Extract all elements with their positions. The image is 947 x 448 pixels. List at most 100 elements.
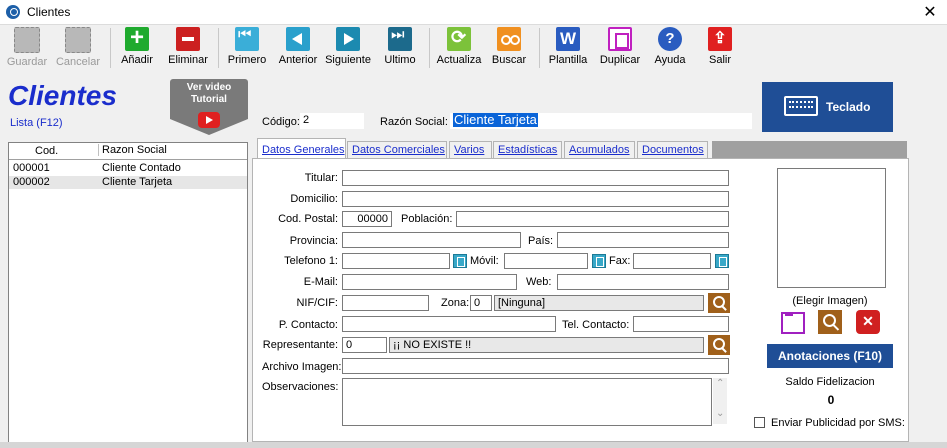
next-icon (336, 27, 360, 51)
fax-icon[interactable] (715, 254, 729, 268)
mobile-phone-icon[interactable] (592, 254, 606, 268)
domicilio-field[interactable] (342, 191, 729, 207)
list-row[interactable]: 000001 Cliente Contado (9, 162, 247, 175)
provincia-field[interactable] (342, 232, 521, 248)
observaciones-scrollbar[interactable] (713, 378, 727, 424)
row-name: Cliente Contado (102, 162, 181, 174)
telefono-label: Telefono 1: (284, 255, 338, 267)
remove-image-icon[interactable] (856, 310, 880, 334)
elegir-imagen-label: (Elegir Imagen) (792, 295, 868, 307)
add-button[interactable]: + Añadir (116, 24, 158, 71)
codigo-field[interactable]: 2 (300, 113, 364, 129)
titular-label: Titular: (304, 172, 338, 184)
toolbar-separator (429, 28, 430, 68)
keyboard-icon (784, 96, 818, 116)
movil-field[interactable] (504, 253, 588, 269)
web-label: Web: (526, 276, 552, 288)
help-button[interactable]: ? Ayuda (650, 27, 690, 71)
tab-strip-filler (712, 141, 907, 158)
zona-label: Zona: (441, 297, 470, 309)
nif-field[interactable] (342, 295, 429, 311)
domicilio-label: Domicilio: (290, 193, 338, 205)
sms-checkbox[interactable] (754, 417, 765, 428)
next-button[interactable]: Siguiente (324, 27, 372, 71)
list-row[interactable]: 000002 Cliente Tarjeta (9, 176, 247, 189)
search-button[interactable]: Buscar (488, 27, 530, 71)
zona-code-field[interactable]: 0 (470, 295, 492, 311)
binoculars-icon (497, 27, 521, 51)
tab-datos-comerciales[interactable]: Datos Comerciales (347, 141, 447, 158)
keyboard-label: Teclado (826, 100, 871, 114)
saldo-label: Saldo Fidelizacion (785, 376, 875, 388)
list-link[interactable]: Lista (F12) (10, 117, 63, 129)
cancel-button[interactable]: Cancelar (53, 27, 103, 71)
exit-button[interactable]: ⇪ Salir (700, 27, 740, 71)
list-header: Cod. Razon Social (9, 143, 247, 160)
tel-contacto-label: Tel. Contacto: (562, 319, 630, 331)
tel-contacto-field[interactable] (633, 316, 729, 332)
status-strip (0, 442, 947, 448)
tab-estadisticas[interactable]: Estadísticas (493, 141, 562, 158)
p-contacto-field[interactable] (342, 316, 556, 332)
search-icon[interactable] (708, 335, 730, 355)
phone-icon[interactable] (453, 254, 467, 268)
column-header-razon[interactable]: Razon Social (98, 144, 167, 156)
telefono-field[interactable] (342, 253, 450, 269)
zona-name-field: [Ninguna] (494, 295, 704, 311)
row-cod: 000002 (13, 176, 50, 188)
razon-social-field[interactable]: Cliente Tarjeta (450, 113, 752, 129)
folder-icon[interactable] (781, 312, 805, 334)
pais-label: País: (528, 235, 554, 247)
word-icon: W (556, 27, 580, 51)
email-field[interactable] (342, 274, 517, 290)
minus-icon (176, 27, 200, 51)
tab-datos-generales[interactable]: Datos Generales (257, 138, 346, 159)
video-line-2: Tutorial (191, 94, 227, 105)
tab-documentos[interactable]: Documentos (637, 141, 708, 158)
tab-varios[interactable]: Varios (449, 141, 492, 158)
save-icon (14, 27, 40, 53)
last-icon: ⏭ (388, 26, 412, 51)
last-button[interactable]: ⏭ Ultimo (380, 26, 420, 71)
refresh-icon: ⟳ (447, 27, 471, 51)
previous-button[interactable]: Anterior (276, 27, 320, 71)
row-name: Cliente Tarjeta (102, 176, 173, 188)
duplicate-button[interactable]: Duplicar (598, 27, 642, 71)
plus-icon: + (125, 24, 149, 51)
anotaciones-button[interactable]: Anotaciones (F10) (767, 344, 893, 368)
representante-name-field: ¡¡ NO EXISTE !! (389, 337, 704, 353)
archivo-imagen-label: Archivo Imagen: (262, 361, 342, 373)
cod-postal-field[interactable]: 00000 (342, 211, 392, 227)
toolbar-separator (110, 28, 111, 68)
save-button[interactable]: Guardar (4, 27, 50, 71)
refresh-button[interactable]: ⟳ Actualiza (436, 27, 482, 71)
representante-code-field[interactable]: 0 (342, 337, 387, 353)
archivo-imagen-field[interactable] (342, 358, 729, 374)
web-field[interactable] (557, 274, 729, 290)
toolbar-separator (218, 28, 219, 68)
duplicate-icon (608, 27, 632, 51)
pais-field[interactable] (557, 232, 729, 248)
toolbar-separator (539, 28, 540, 68)
tab-acumulados[interactable]: Acumulados (564, 141, 635, 158)
video-line-1: Ver video (186, 82, 232, 93)
exit-icon: ⇪ (708, 27, 732, 51)
template-button[interactable]: W Plantilla (546, 27, 590, 71)
keyboard-button[interactable]: Teclado (762, 82, 893, 132)
close-window-button[interactable]: ✕ (920, 2, 940, 22)
prev-icon (286, 27, 310, 51)
client-list[interactable]: Cod. Razon Social 000001 Cliente Contado… (8, 142, 248, 444)
titular-field[interactable] (342, 170, 729, 186)
app-icon (6, 5, 20, 19)
youtube-icon[interactable] (198, 112, 220, 128)
first-button[interactable]: ⏮ Primero (226, 26, 268, 71)
column-header-cod[interactable]: Cod. (35, 145, 58, 157)
observaciones-field[interactable] (342, 378, 712, 426)
poblacion-field[interactable] (456, 211, 729, 227)
provincia-label: Provincia: (289, 235, 338, 247)
row-cod: 000001 (13, 162, 50, 174)
delete-button[interactable]: Eliminar (166, 27, 210, 71)
search-icon[interactable] (708, 293, 730, 313)
zoom-icon[interactable] (818, 310, 842, 334)
fax-field[interactable] (633, 253, 711, 269)
